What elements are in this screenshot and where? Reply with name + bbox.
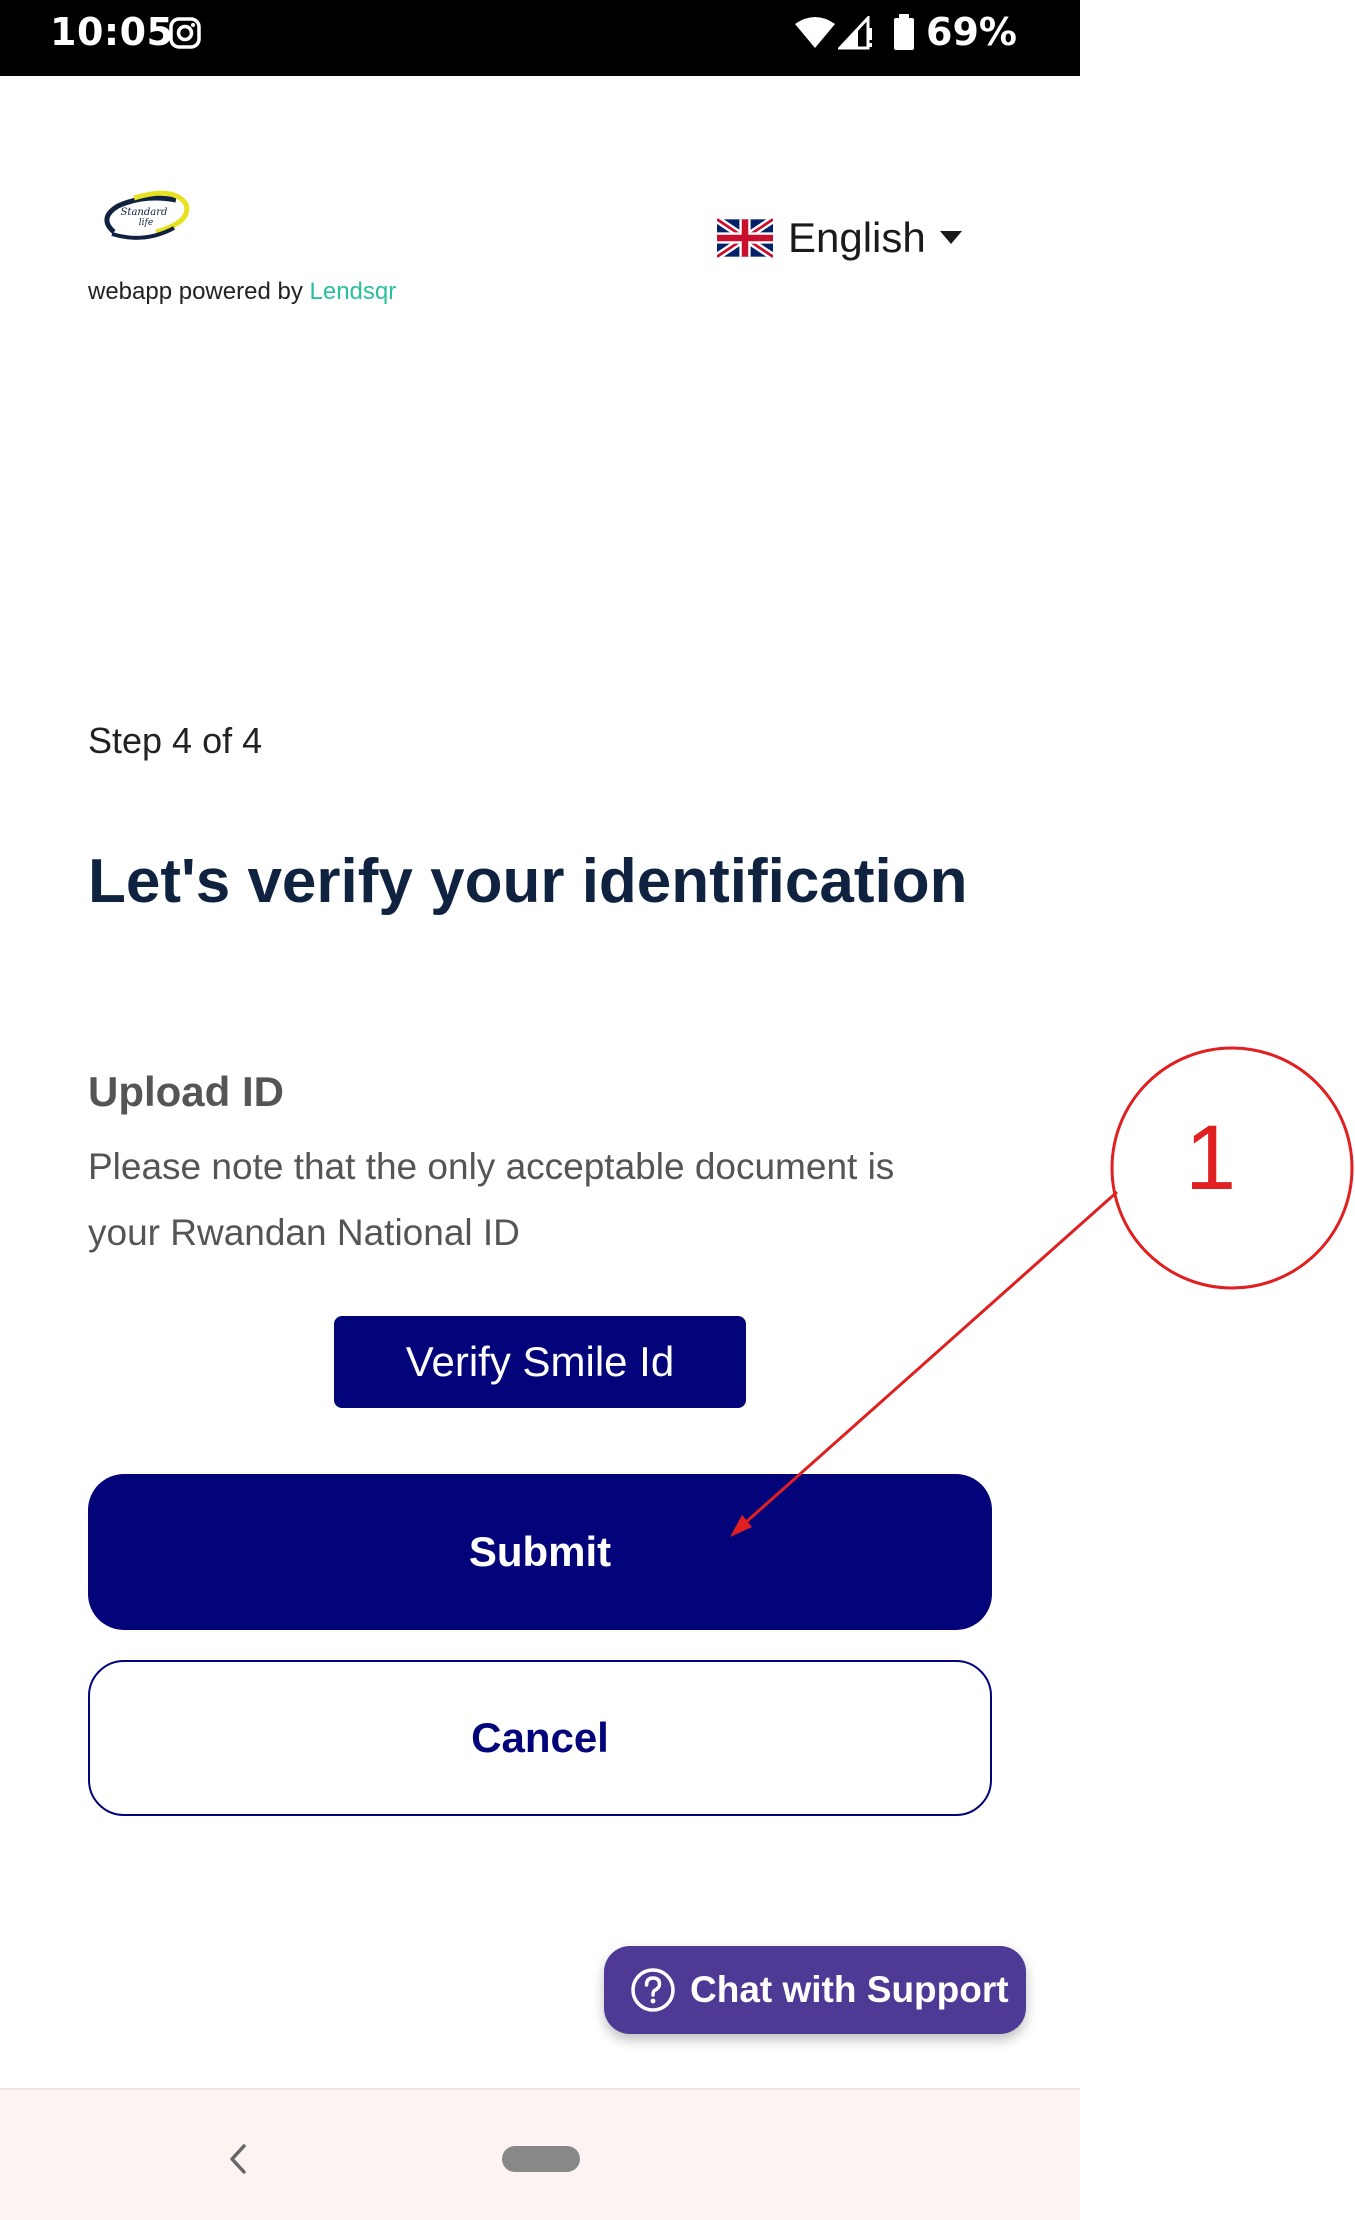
standard-life-logo: Standard life <box>104 190 190 240</box>
page-root: 10:05 69% Standard life webapp powered b… <box>0 0 1355 2220</box>
home-pill[interactable] <box>502 2146 580 2172</box>
instagram-icon <box>169 17 201 49</box>
svg-text:life: life <box>139 218 153 228</box>
submit-button[interactable]: Submit <box>88 1474 992 1630</box>
system-nav-bar <box>0 2088 1080 2220</box>
help-circle-icon <box>631 1968 675 2012</box>
upload-id-heading: Upload ID <box>88 1068 284 1115</box>
powered-by-text: webapp powered by Lendsqr <box>88 278 396 306</box>
language-selector[interactable]: English <box>717 210 962 266</box>
chat-with-support-label: Chat with Support <box>690 1969 1009 2010</box>
signal-icon <box>838 16 872 50</box>
svg-text:Standard: Standard <box>121 207 168 218</box>
caret-down-icon <box>939 231 962 244</box>
upload-id-description: Please note that the only acceptable doc… <box>88 1146 895 1253</box>
wifi-icon <box>795 17 835 48</box>
powered-by-label: webapp powered by <box>88 278 303 305</box>
chat-with-support-button[interactable]: Chat with Support <box>604 1946 1026 2034</box>
status-bar: 10:05 69% <box>0 0 1080 76</box>
lendsqr-link[interactable]: Lendsqr <box>310 278 397 305</box>
back-icon[interactable] <box>226 2142 250 2176</box>
annotation-label: 1 <box>1185 1107 1237 1209</box>
battery-percent: 69% <box>926 10 1017 54</box>
cancel-button[interactable]: Cancel <box>88 1660 992 1816</box>
page-title: Let's verify your identification <box>88 847 968 916</box>
verify-smile-id-button[interactable]: Verify Smile Id <box>334 1316 746 1408</box>
phone-screen: 10:05 69% Standard life webapp powered b… <box>0 0 1080 2220</box>
status-time: 10:05 <box>50 10 174 54</box>
step-indicator: Step 4 of 4 <box>88 720 263 761</box>
language-label: English <box>788 214 926 261</box>
battery-icon <box>894 14 914 50</box>
uk-flag-icon <box>717 217 773 259</box>
